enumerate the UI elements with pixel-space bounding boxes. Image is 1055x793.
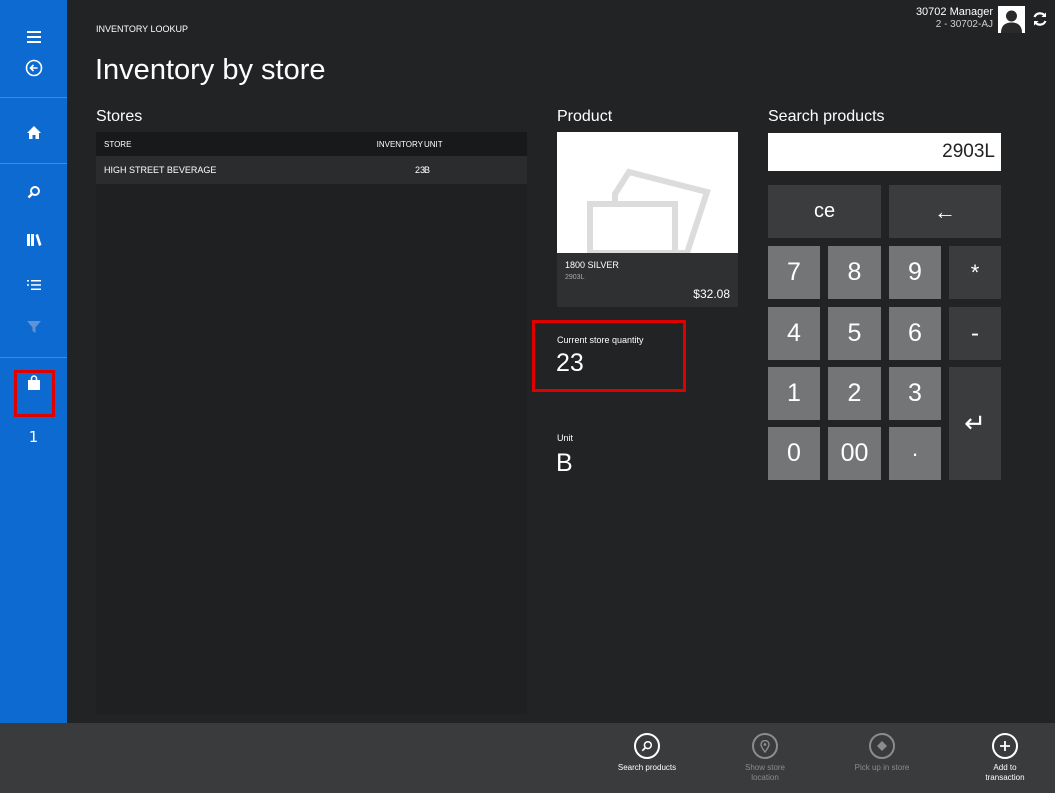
breadcrumb: INVENTORY LOOKUP xyxy=(96,24,189,34)
search-icon xyxy=(27,186,40,199)
search-products-label: Search products xyxy=(617,763,677,772)
refresh-icon xyxy=(1033,12,1047,26)
add-to-transaction-button[interactable]: Add to transaction xyxy=(975,733,1035,783)
search-button[interactable] xyxy=(0,172,67,212)
table-row[interactable]: HIGH STREET BEVERAGE 23 B xyxy=(96,156,527,184)
current-store-quantity-label: Current store quantity xyxy=(557,335,644,345)
key-minus[interactable]: - xyxy=(949,307,1001,360)
product-image-placeholder xyxy=(557,132,738,256)
key-7[interactable]: 7 xyxy=(768,246,820,299)
user-name: 30702 Manager xyxy=(915,6,993,18)
key-4[interactable]: 4 xyxy=(768,307,820,360)
app-bar: Search products Show store location Pick… xyxy=(0,723,1055,793)
pick-up-in-store-button[interactable]: Pick up in store xyxy=(852,733,912,773)
key-decimal[interactable]: · xyxy=(889,427,941,480)
stores-table: STORE INVENTORY UNIT HIGH STREET BEVERAG… xyxy=(96,132,527,714)
search-input[interactable] xyxy=(768,133,1001,171)
key-00[interactable]: 00 xyxy=(828,427,881,480)
key-enter[interactable]: ↵ xyxy=(949,367,1001,480)
user-icon xyxy=(998,6,1025,33)
search-icon xyxy=(634,733,660,759)
column-header-store[interactable]: STORE xyxy=(104,140,131,149)
cell-store: HIGH STREET BEVERAGE xyxy=(104,165,217,175)
list-icon xyxy=(26,280,41,290)
key-8[interactable]: 8 xyxy=(828,246,881,299)
unit-value: B xyxy=(556,449,573,477)
show-store-location-button[interactable]: Show store location xyxy=(735,733,795,783)
filter-icon xyxy=(26,321,41,333)
hamburger-icon xyxy=(26,31,41,43)
key-1[interactable]: 1 xyxy=(768,367,820,420)
pickup-icon xyxy=(869,733,895,759)
sidebar: 1 xyxy=(0,0,67,723)
key-clear[interactable]: ce xyxy=(768,185,881,238)
current-store-quantity-value: 23 xyxy=(556,349,584,377)
location-pin-icon xyxy=(752,733,778,759)
refresh-button[interactable] xyxy=(1031,10,1049,28)
image-placeholder-icon xyxy=(587,168,711,256)
key-backspace[interactable]: ← xyxy=(889,185,1001,238)
key-3[interactable]: 3 xyxy=(889,367,941,420)
products-button[interactable] xyxy=(0,220,67,260)
back-button[interactable] xyxy=(0,48,67,88)
back-arrow-icon xyxy=(25,59,42,77)
key-0[interactable]: 0 xyxy=(768,427,820,480)
pick-up-in-store-label: Pick up in store xyxy=(854,763,910,772)
product-price: $32.08 xyxy=(693,287,730,301)
key-multiply[interactable]: * xyxy=(949,246,1001,299)
product-card[interactable]: 1800 SILVER 2903L $32.08 xyxy=(557,132,738,307)
sidebar-divider xyxy=(0,357,67,358)
page-title: Inventory by store xyxy=(95,54,326,86)
home-button[interactable] xyxy=(0,112,67,152)
books-icon xyxy=(26,234,41,246)
add-to-transaction-label: Add to transaction xyxy=(985,763,1025,782)
key-5[interactable]: 5 xyxy=(828,307,881,360)
search-products-heading: Search products xyxy=(768,108,885,125)
product-name: 1800 SILVER xyxy=(565,260,619,270)
product-heading: Product xyxy=(557,108,613,125)
column-header-inventory[interactable]: INVENTORY xyxy=(377,140,423,149)
cart-highlight xyxy=(14,370,55,417)
home-icon xyxy=(26,125,41,139)
search-products-button[interactable]: Search products xyxy=(617,733,677,773)
column-header-unit[interactable]: UNIT xyxy=(424,140,443,149)
plus-icon xyxy=(992,733,1018,759)
avatar[interactable] xyxy=(998,6,1025,33)
key-9[interactable]: 9 xyxy=(889,246,941,299)
key-6[interactable]: 6 xyxy=(889,307,941,360)
stores-table-header: STORE INVENTORY UNIT xyxy=(96,132,527,156)
stores-heading: Stores xyxy=(96,108,143,125)
sidebar-divider xyxy=(0,163,67,164)
cell-unit: B xyxy=(424,165,431,175)
list-button[interactable] xyxy=(0,265,67,305)
key-2[interactable]: 2 xyxy=(828,367,881,420)
show-store-location-label: Show store location xyxy=(744,763,786,782)
user-terminal: 2 - 30702-AJ xyxy=(935,19,993,30)
filter-button[interactable] xyxy=(0,307,67,347)
cart-count: 1 xyxy=(28,428,39,446)
product-sku: 2903L xyxy=(565,274,585,281)
user-info[interactable]: 30702 Manager 2 - 30702-AJ xyxy=(916,6,993,31)
sidebar-divider xyxy=(0,97,67,98)
unit-label: Unit xyxy=(557,433,574,443)
